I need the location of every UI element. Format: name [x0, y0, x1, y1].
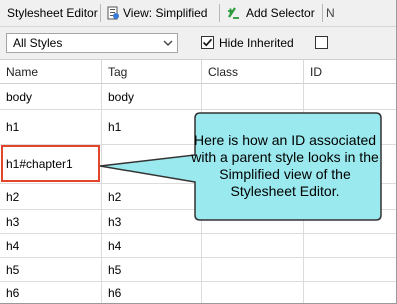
name-cell: body [0, 84, 102, 110]
hide-inherited-checkbox[interactable] [201, 36, 214, 49]
id-cell [304, 84, 396, 110]
tag-cell: h6 [102, 282, 202, 303]
toolbar-overflow-item[interactable]: N [326, 0, 335, 26]
name-cell: h4 [0, 234, 102, 258]
editor-title: Stylesheet Editor [7, 6, 98, 20]
column-header-class[interactable]: Class [202, 60, 304, 84]
checkmark-icon [202, 38, 213, 47]
tag-cell: body [102, 84, 202, 110]
tag-cell: h2 [102, 184, 202, 210]
toolbar-separator [219, 4, 220, 22]
view-toggle-button[interactable]: View: Simplified [104, 0, 216, 26]
toolbar-separator [322, 4, 323, 22]
column-header-tag[interactable]: Tag [102, 60, 202, 84]
tag-cell: h1 [102, 110, 202, 145]
extra-option-checkbox[interactable] [315, 36, 328, 49]
toolbar-separator [100, 4, 101, 22]
add-selector-button[interactable]: Add Selector [223, 0, 318, 26]
chevron-down-icon [163, 40, 173, 46]
toolbar: Stylesheet Editor View: Simplified Add S… [0, 0, 396, 27]
id-cell [304, 234, 396, 258]
name-cell: h6 [0, 282, 102, 303]
column-header-name[interactable]: Name [0, 60, 102, 84]
add-selector-icon [228, 7, 239, 19]
tag-cell [102, 145, 202, 184]
callout-text: Here is how an ID associated with a pare… [191, 132, 379, 199]
class-cell [202, 234, 304, 258]
tag-cell: h3 [102, 210, 202, 234]
id-cell [304, 258, 396, 282]
view-icon [107, 6, 119, 20]
name-cell: h1 [0, 110, 102, 145]
style-filter-dropdown[interactable]: All Styles [6, 33, 178, 53]
name-cell: h2 [0, 184, 102, 210]
name-cell: h3 [0, 210, 102, 234]
class-cell [202, 258, 304, 282]
hide-inherited-label: Hide Inherited [219, 36, 294, 50]
tag-cell: h4 [102, 234, 202, 258]
highlight-box [1, 145, 100, 182]
add-selector-label: Add Selector [246, 6, 315, 20]
class-cell [202, 282, 304, 303]
id-cell [304, 282, 396, 303]
stylesheet-editor-window: Stylesheet Editor View: Simplified Add S… [0, 0, 397, 304]
view-label: View: Simplified [123, 6, 208, 20]
name-cell: h5 [0, 258, 102, 282]
column-header-id[interactable]: ID [304, 60, 396, 84]
filter-bar: All Styles Hide Inherited [0, 27, 396, 60]
tag-cell: h5 [102, 258, 202, 282]
class-cell [202, 84, 304, 110]
style-filter-value: All Styles [13, 36, 63, 50]
